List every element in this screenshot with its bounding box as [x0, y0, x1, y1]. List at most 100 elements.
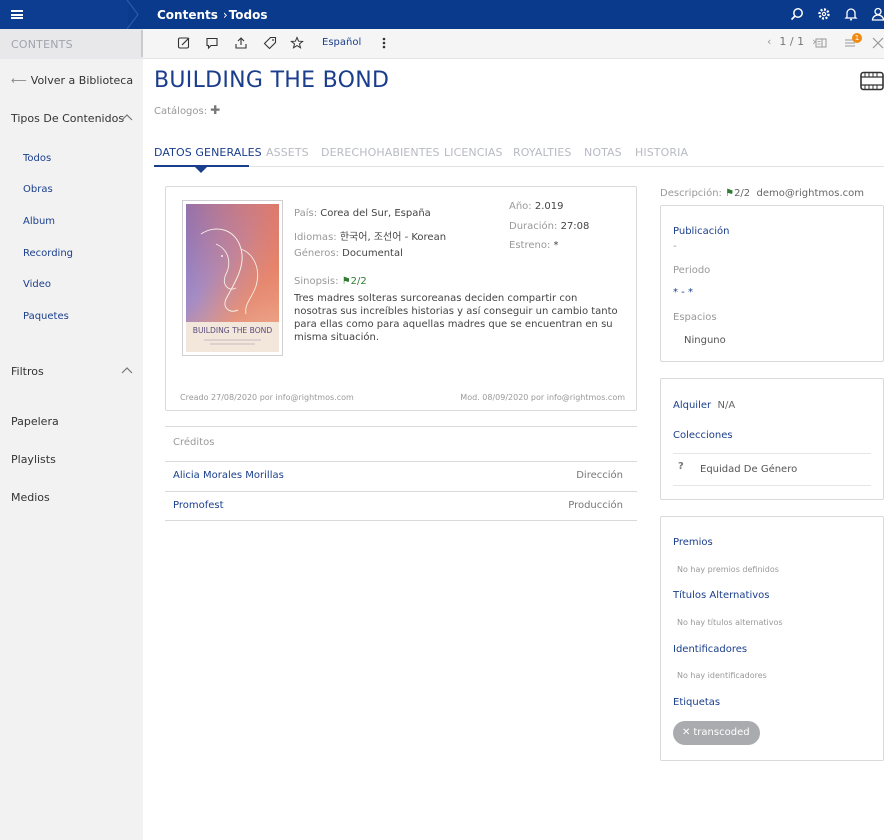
genres-label: Géneros:: [294, 248, 339, 259]
spaces-value: Ninguno: [684, 335, 726, 346]
filters-section-toggle[interactable]: Filtros: [11, 365, 44, 378]
pager: ‹ 1 / 1 ›: [767, 35, 817, 48]
user-profile-icon[interactable]: [870, 6, 884, 22]
collections-label[interactable]: Colecciones: [673, 430, 733, 441]
duration-field: Duración: 27:08: [509, 221, 589, 232]
tag-icon[interactable]: [263, 36, 277, 50]
remove-tag-icon[interactable]: ✕: [682, 727, 690, 738]
breadcrumb: Contents ›Todos: [157, 8, 268, 22]
sidebar-item-video[interactable]: Video: [23, 279, 51, 290]
identifiers-label[interactable]: Identificadores: [673, 644, 747, 655]
genres-value: Documental: [342, 248, 403, 259]
year-label: Año:: [509, 201, 532, 212]
sidebar-item-obras[interactable]: Obras: [23, 184, 53, 195]
credit-role: Dirección: [576, 470, 623, 481]
columns-view-icon[interactable]: [814, 36, 828, 50]
menu-icon: [11, 10, 23, 19]
period-value: * - *: [673, 287, 693, 298]
breadcrumb-separator-icon: ›: [222, 8, 228, 22]
sidebar-link-papelera[interactable]: Papelera: [11, 415, 59, 428]
synopsis-translation-count[interactable]: 2/2: [351, 276, 367, 287]
breadcrumb-chevron-icon: [126, 0, 139, 29]
credit-name[interactable]: Promofest: [173, 500, 224, 511]
tab-historia[interactable]: HISTORIA: [635, 146, 688, 159]
alt-titles-empty-text: No hay títulos alternativos: [677, 618, 783, 627]
tab-assets[interactable]: ASSETS: [266, 146, 309, 159]
spaces-label: Espacios: [673, 312, 717, 323]
publication-value: -: [673, 241, 677, 252]
publication-label[interactable]: Publicación: [673, 226, 729, 237]
identifiers-empty-text: No hay identificadores: [677, 671, 767, 680]
share-upload-icon[interactable]: [234, 36, 248, 50]
content-types-section-toggle[interactable]: Tipos De Contenidos: [11, 112, 124, 125]
credit-name[interactable]: Alicia Morales Morillas: [173, 470, 284, 481]
poster-thumbnail[interactable]: BUILDING THE BOND: [182, 200, 283, 356]
star-icon[interactable]: [290, 36, 304, 50]
duration-value: 27:08: [560, 221, 590, 232]
edit-icon[interactable]: [177, 36, 191, 50]
settings-gear-icon[interactable]: [816, 6, 832, 22]
sidebar-item-album[interactable]: Album: [23, 216, 55, 227]
catalogs-label: Catálogos:: [154, 106, 208, 117]
notifications-bell-icon[interactable]: [843, 6, 859, 22]
awards-empty-text: No hay premios definidos: [677, 565, 779, 574]
help-question-icon: ?: [678, 461, 684, 472]
premiere-label: Estreno:: [509, 240, 551, 251]
awards-label[interactable]: Premios: [673, 537, 713, 548]
sidebar-item-recording[interactable]: Recording: [23, 248, 73, 259]
sidebar-item-todos[interactable]: Todos: [23, 153, 51, 164]
period-label: Periodo: [673, 265, 711, 276]
chevron-up-icon[interactable]: [121, 113, 133, 121]
tags-label[interactable]: Etiquetas: [673, 697, 720, 708]
languages-value: 한국어, 조선어 - Korean: [339, 232, 447, 243]
tab-licencias[interactable]: LICENCIAS: [444, 146, 503, 159]
sidebar-item-paquetes[interactable]: Paquetes: [23, 311, 69, 322]
tab-royalties[interactable]: ROYALTIES: [513, 146, 572, 159]
year-field: Año: 2.019: [509, 201, 564, 212]
languages-label: Idiomas:: [294, 232, 337, 243]
hamburger-menu-button[interactable]: [0, 0, 128, 29]
back-to-library-link[interactable]: ⟵ Volver a Biblioteca: [11, 74, 133, 87]
search-icon[interactable]: [789, 6, 805, 22]
rental-label[interactable]: Alquiler: [673, 400, 711, 411]
table-row: Alicia Morales Morillas Dirección: [165, 461, 637, 491]
general-info-card: BUILDING THE BOND País: Corea del Sur, E…: [165, 186, 637, 411]
tab-derechohabientes[interactable]: DERECHOHABIENTES: [321, 146, 440, 159]
modified-info: Mod. 08/09/2020 por info@rightmos.com: [460, 393, 625, 402]
premiere-value: *: [553, 240, 559, 251]
rental-collections-panel: Alquiler N/A Colecciones ? Equidad De Gé…: [660, 378, 884, 500]
description-translation-count[interactable]: 2/2: [734, 188, 750, 199]
sidebar-bottom-gap: [143, 820, 203, 840]
more-options-icon[interactable]: [377, 36, 391, 50]
add-catalog-icon[interactable]: ✚: [210, 103, 220, 117]
credits-header-row: Créditos: [165, 426, 637, 461]
notification-count-badge: 1: [852, 33, 862, 43]
created-info: Creado 27/08/2020 por info@rightmos.com: [180, 393, 354, 402]
credit-role: Producción: [568, 500, 623, 511]
year-value: 2.019: [534, 201, 564, 212]
chevron-up-icon[interactable]: [121, 366, 133, 374]
description-user: demo@rightmos.com: [756, 188, 864, 199]
breadcrumb-section[interactable]: Contents: [157, 8, 218, 22]
sidebar-link-medios[interactable]: Medios: [11, 491, 50, 504]
chevron-left-icon[interactable]: ‹: [767, 35, 771, 48]
content-tabs: DATOS GENERALES ASSETS DERECHOHABIENTES …: [154, 146, 884, 173]
tab-notas[interactable]: NOTAS: [584, 146, 622, 159]
poster-image: BUILDING THE BOND: [186, 204, 279, 352]
country-field: País: Corea del Sur, España: [294, 208, 431, 219]
credits-heading: Créditos: [173, 437, 215, 448]
rental-value: N/A: [717, 400, 736, 411]
description-row: Descripción: ⚑2/2 demo@rightmos.com: [660, 188, 864, 199]
tag-chip[interactable]: ✕ transcoded: [673, 721, 760, 745]
top-navigation-bar: Contents ›Todos: [0, 0, 884, 29]
sidebar-link-playlists[interactable]: Playlists: [11, 453, 56, 466]
collection-item[interactable]: Equidad De Género: [700, 464, 797, 475]
sidebar-heading: CONTENTS: [0, 29, 143, 59]
close-icon[interactable]: [871, 36, 884, 50]
language-selector[interactable]: Español: [322, 37, 361, 48]
alt-titles-label[interactable]: Títulos Alternativos: [673, 590, 769, 601]
video-film-icon: [860, 71, 884, 91]
poster-title-text: BUILDING THE BOND: [193, 326, 273, 335]
comment-icon[interactable]: [205, 36, 219, 50]
tab-datos-generales[interactable]: DATOS GENERALES: [154, 146, 262, 159]
